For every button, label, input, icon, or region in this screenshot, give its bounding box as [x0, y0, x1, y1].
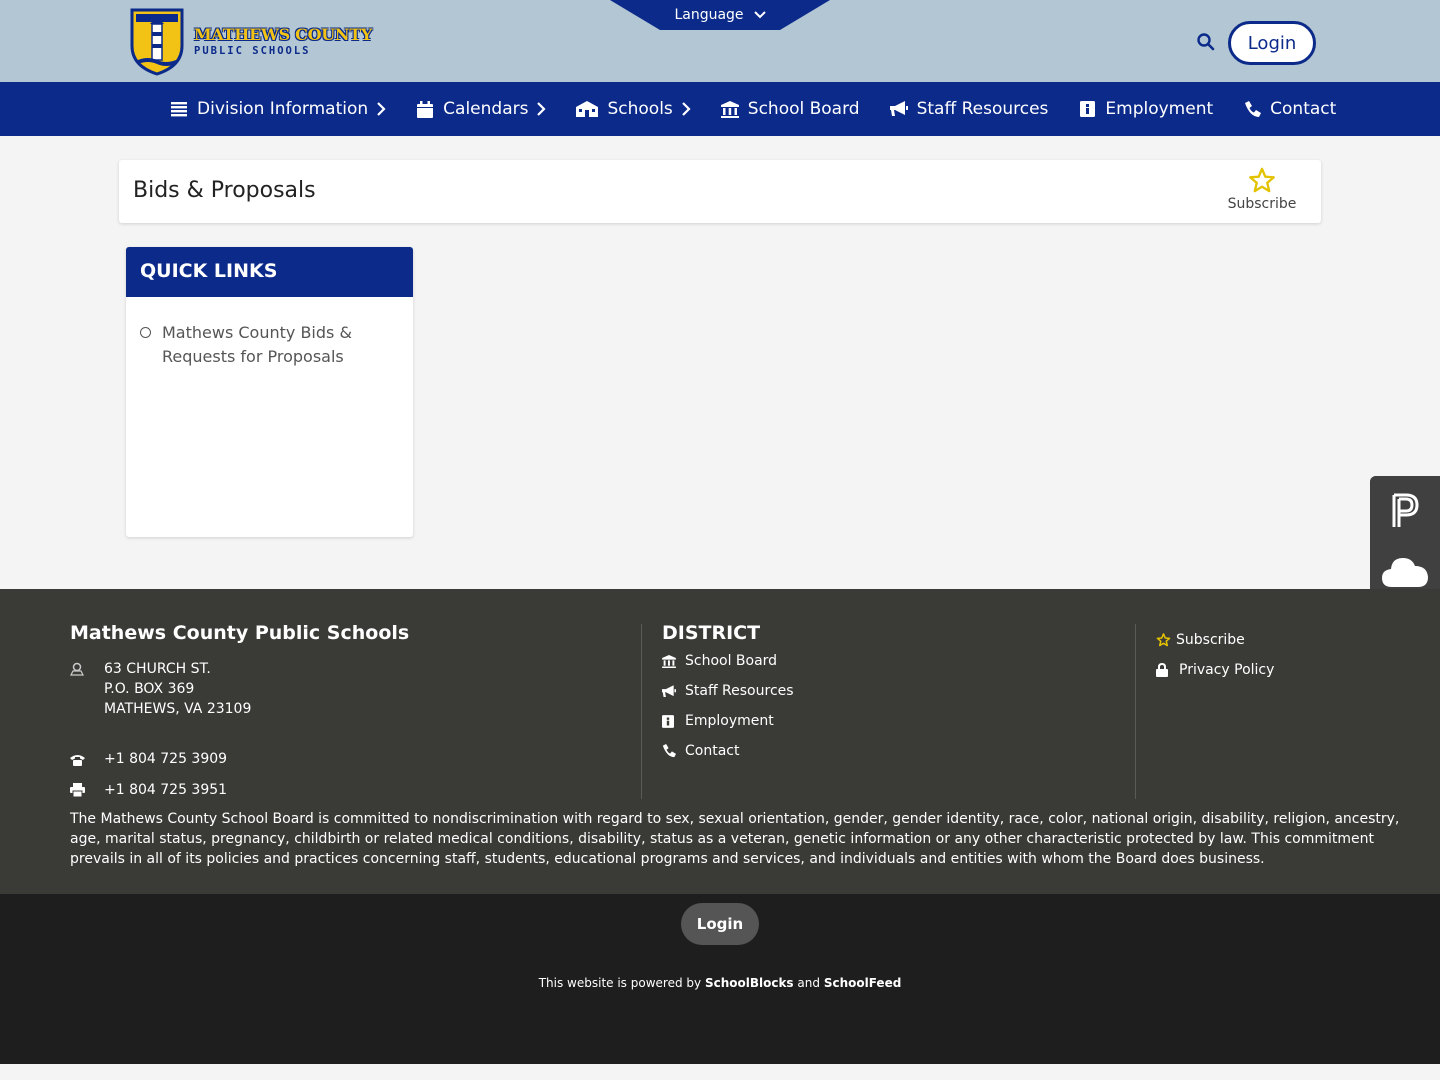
cloud-icon	[1382, 558, 1428, 587]
nav-label: School Board	[747, 99, 860, 119]
subscribe-label: Subscribe	[1227, 196, 1297, 212]
site-footer: Mathews County Public Schools 63 CHURCH …	[0, 589, 1440, 894]
chevron-right-icon	[681, 102, 691, 116]
side-app-launcher	[1370, 476, 1440, 604]
logo-subtitle: PUBLIC SCHOOLS	[194, 45, 311, 57]
id-badge-icon	[1078, 100, 1096, 118]
footer-divider	[1135, 624, 1136, 799]
nav-label: Contact	[1270, 99, 1337, 119]
footer-link-label[interactable]: Employment	[685, 713, 774, 729]
nav-label: Division Information	[197, 99, 369, 119]
phone-icon	[1243, 100, 1261, 118]
footer-link-label[interactable]: School Board	[685, 653, 777, 669]
bottom-bar: Login This website is powered by SchoolB…	[0, 894, 1440, 1064]
logo-title: MATHEWS COUNTY	[194, 25, 372, 44]
footer-link-contact[interactable]: Contact	[662, 736, 1102, 766]
footer-phone[interactable]: +1 804 725 3909	[70, 749, 227, 772]
nav-item-division-information[interactable]: Division Information	[170, 82, 386, 136]
main-navigation: Division Information Calendars Schools S…	[0, 82, 1440, 136]
district-logo[interactable]: MATHEWS COUNTY PUBLIC SCHOOLS	[128, 6, 373, 76]
footer-district-heading: DISTRICT	[662, 622, 761, 644]
megaphone-icon	[662, 684, 685, 698]
address-line: MATHEWS, VA 23109	[104, 701, 252, 717]
login-button[interactable]: Login	[1228, 21, 1316, 65]
footer-address: 63 CHURCH ST. P.O. BOX 369 MATHEWS, VA 2…	[70, 659, 251, 719]
subscribe-button[interactable]: Subscribe	[1227, 167, 1297, 217]
quick-links-heading: QUICK LINKS	[126, 247, 413, 297]
footer-link-staff-resources[interactable]: Staff Resources	[662, 676, 1102, 706]
fax-number: +1 804 725 3951	[104, 782, 228, 798]
footer-link-label[interactable]: Staff Resources	[685, 683, 794, 699]
footer-link-privacy-policy[interactable]: Privacy Policy	[1156, 655, 1406, 685]
nav-label: Staff Resources	[916, 99, 1049, 119]
powerschool-icon	[1392, 493, 1419, 527]
footer-divider	[641, 624, 642, 799]
powerschool-button[interactable]	[1370, 476, 1440, 546]
footer-link-subscribe[interactable]: Subscribe	[1156, 625, 1406, 655]
powered-by-text: This website is powered by SchoolBlocks …	[0, 976, 1440, 990]
telephone-icon	[70, 749, 104, 772]
nondiscrimination-notice: The Mathews County School Board is commi…	[70, 811, 1400, 867]
lighthouse-crest-icon	[130, 8, 184, 76]
footer-login-button[interactable]: Login	[681, 903, 759, 945]
list-icon	[170, 100, 188, 118]
footer-link-school-board[interactable]: School Board	[662, 646, 1102, 676]
map-pin-icon	[70, 659, 104, 719]
chevron-right-icon	[536, 102, 547, 116]
nav-item-calendars[interactable]: Calendars	[416, 82, 547, 136]
footer-link-label[interactable]: Privacy Policy	[1179, 662, 1274, 678]
footer-link-label[interactable]: Subscribe	[1176, 632, 1245, 648]
page-title: Bids & Proposals	[133, 178, 316, 203]
star-icon	[1249, 167, 1275, 193]
chevron-right-icon	[376, 102, 386, 116]
nav-label: Calendars	[443, 99, 529, 119]
page-header-card: Bids & Proposals Subscribe	[119, 160, 1321, 223]
nav-item-school-board[interactable]: School Board	[720, 82, 860, 136]
calendar-icon	[416, 100, 434, 118]
nav-item-employment[interactable]: Employment	[1078, 82, 1213, 136]
quick-links-panel: QUICK LINKS Mathews County Bids & Reques…	[126, 247, 413, 537]
address-line: P.O. BOX 369	[104, 681, 195, 697]
footer-fax: +1 804 725 3951	[70, 780, 227, 803]
lock-icon	[1156, 663, 1179, 677]
phone-icon	[662, 744, 685, 758]
building-icon	[662, 654, 685, 668]
star-icon	[1156, 633, 1176, 647]
megaphone-icon	[889, 100, 908, 118]
quick-link[interactable]: Mathews County Bids & Requests for Propo…	[162, 321, 390, 369]
id-badge-icon	[662, 714, 685, 728]
printer-icon	[70, 780, 104, 803]
nav-item-contact[interactable]: Contact	[1243, 82, 1336, 136]
powered-prefix: This website is powered by	[538, 976, 702, 990]
footer-school-name: Mathews County Public Schools	[70, 622, 410, 644]
address-line: 63 CHURCH ST.	[104, 661, 211, 677]
list-item[interactable]: Mathews County Bids & Requests for Propo…	[140, 321, 390, 369]
schoolfeed-link[interactable]: SchoolFeed	[824, 976, 901, 990]
schoolblocks-link[interactable]: SchoolBlocks	[705, 976, 794, 990]
building-icon	[720, 100, 739, 118]
nav-label: Employment	[1105, 99, 1214, 119]
language-label: Language	[674, 7, 744, 23]
phone-number[interactable]: +1 804 725 3909	[104, 749, 227, 772]
powered-and: and	[797, 976, 820, 990]
chevron-down-icon	[753, 11, 766, 19]
footer-link-employment[interactable]: Employment	[662, 706, 1102, 736]
search-icon[interactable]	[1196, 32, 1216, 52]
nav-item-staff-resources[interactable]: Staff Resources	[889, 82, 1049, 136]
language-selector[interactable]: Language	[610, 0, 830, 30]
circle-bullet-icon	[140, 327, 151, 338]
footer-link-label[interactable]: Contact	[685, 743, 739, 759]
nav-label: Schools	[607, 99, 673, 119]
school-icon	[576, 100, 599, 118]
nav-item-schools[interactable]: Schools	[576, 82, 691, 136]
top-header: MATHEWS COUNTY PUBLIC SCHOOLS Language L…	[0, 0, 1440, 82]
